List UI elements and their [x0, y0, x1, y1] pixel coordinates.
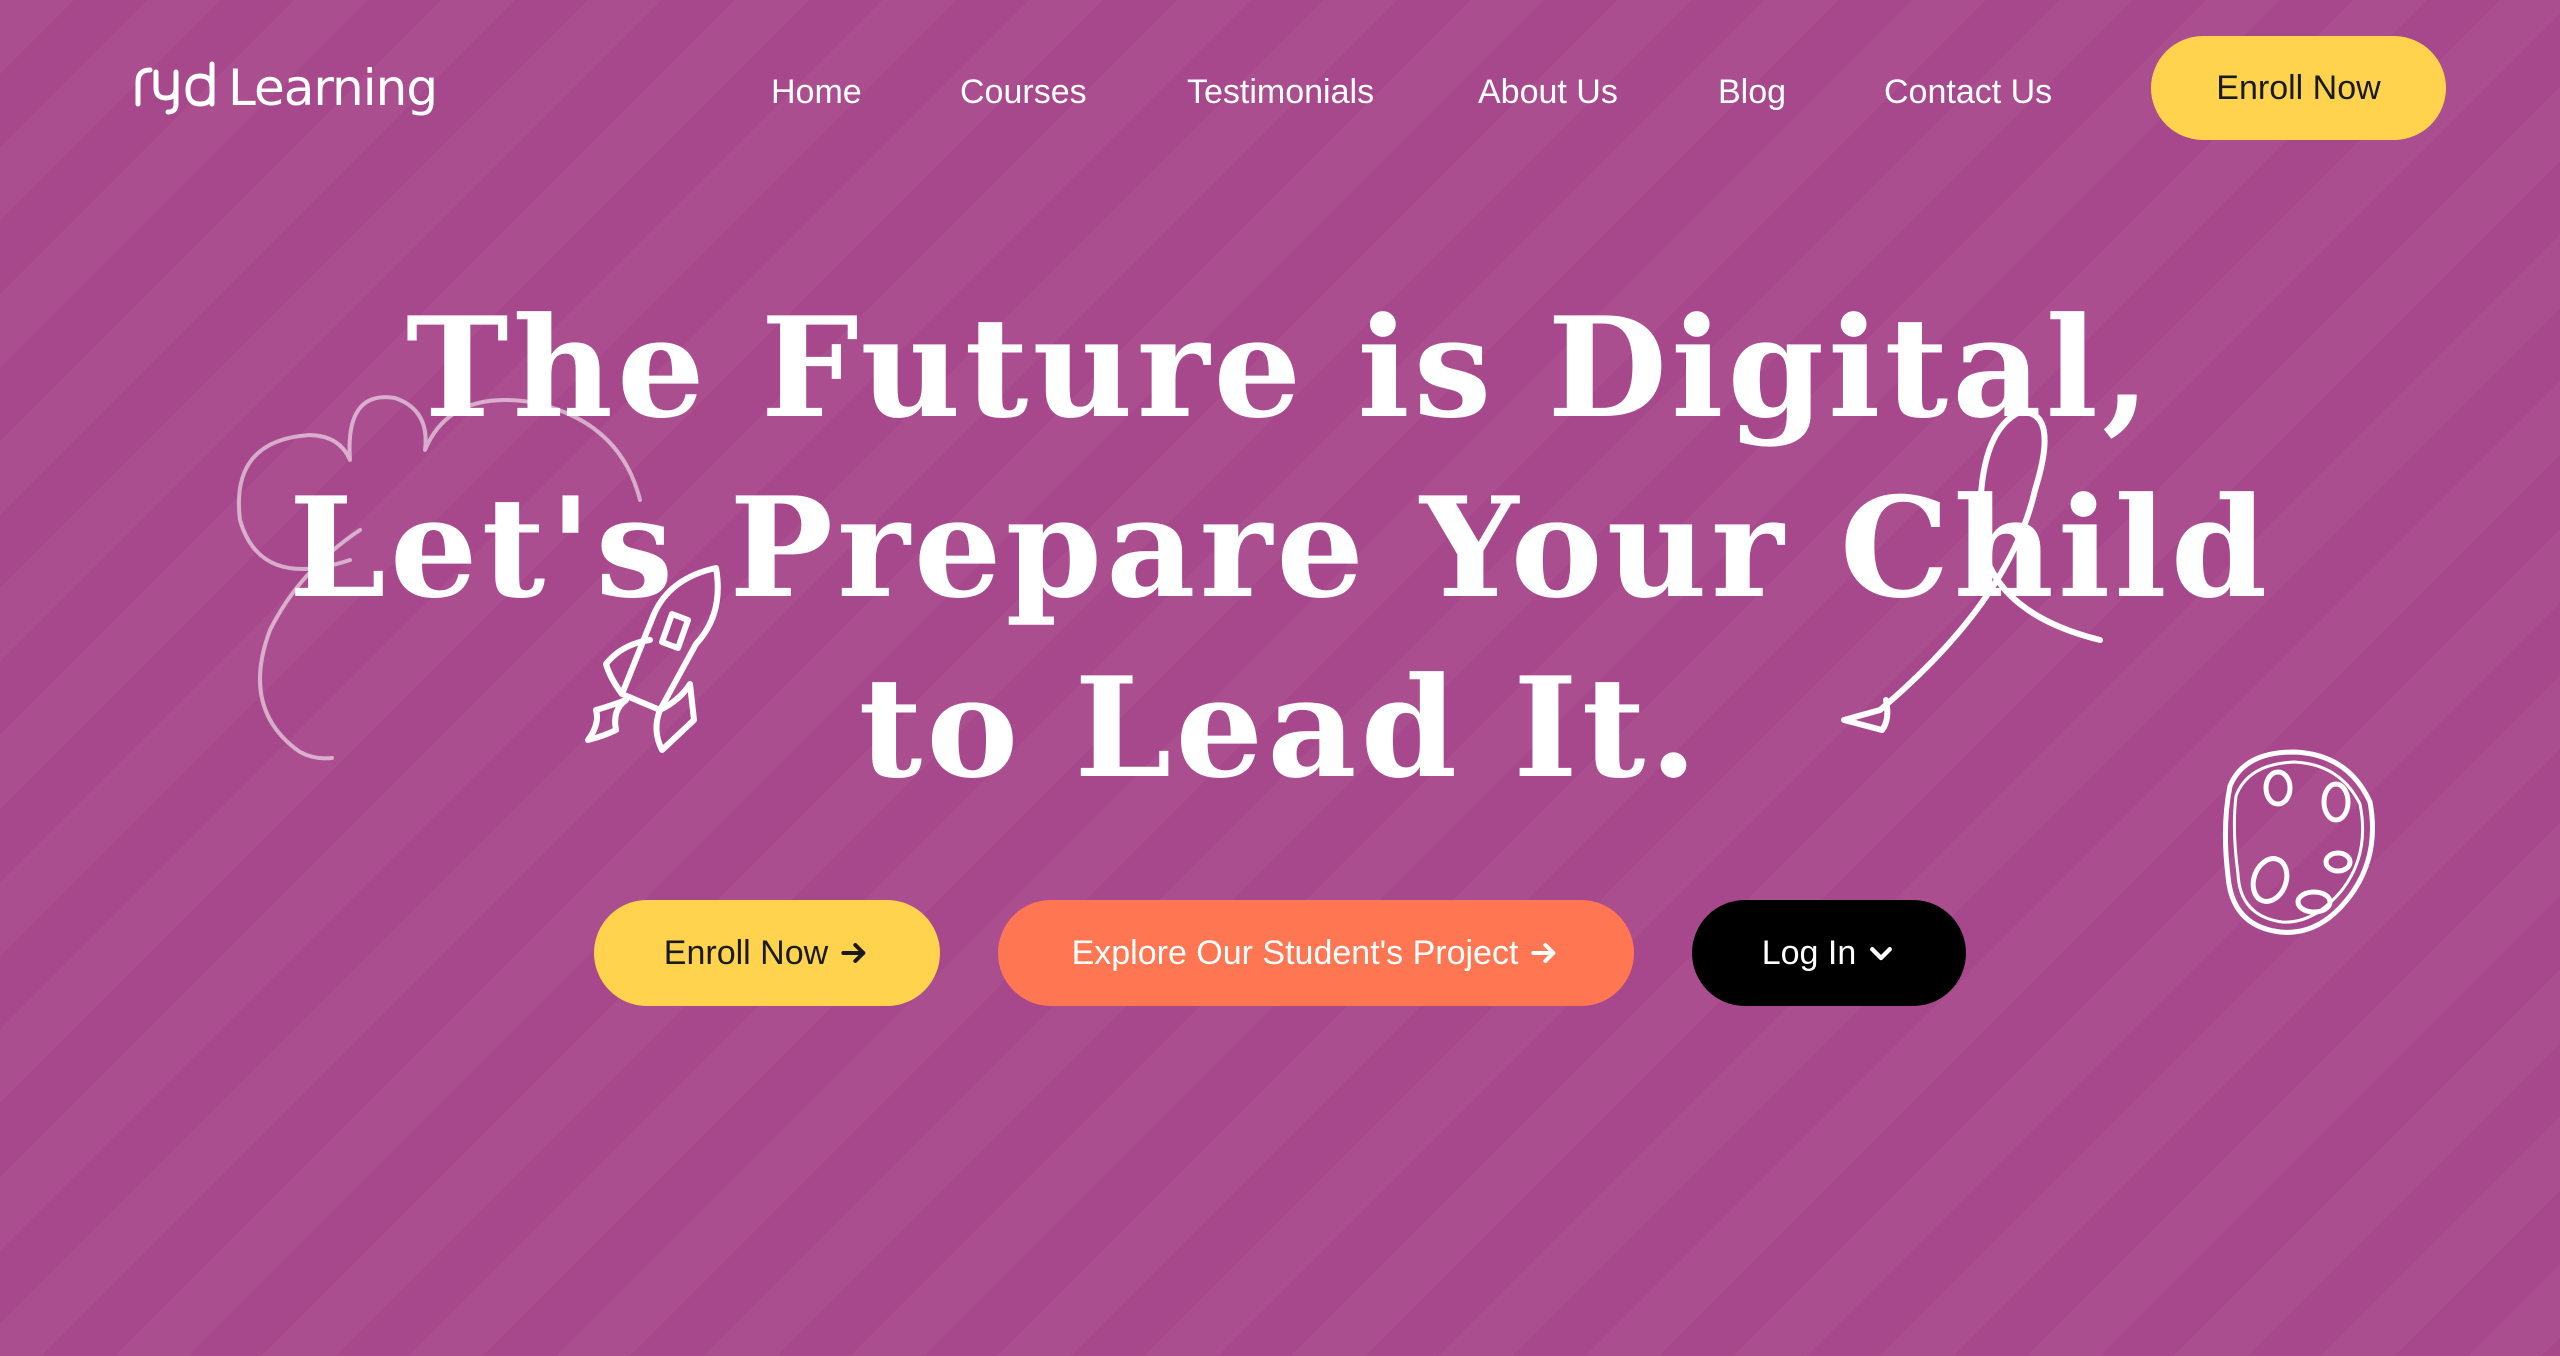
nav-blog-link[interactable]: Blog — [1718, 70, 1786, 114]
planet-icon — [2222, 749, 2375, 935]
explore-projects-button[interactable]: Explore Our Student's Project — [998, 900, 1634, 1006]
chevron-down-icon — [1870, 947, 1893, 961]
logo-text: Learning — [228, 59, 438, 117]
login-label: Log In — [1761, 933, 1857, 972]
hero-enroll-label: Enroll Now — [663, 933, 829, 972]
rocket-icon — [585, 565, 721, 753]
nav-contact-us-link[interactable]: Contact Us — [1884, 70, 2052, 114]
hero-enroll-button[interactable]: Enroll Now — [594, 900, 940, 1006]
nav-about-us-link[interactable]: About Us — [1478, 70, 1618, 114]
ryd-logo-mark-icon — [135, 61, 215, 115]
explore-projects-label: Explore Our Student's Project — [1071, 933, 1519, 972]
arrow-right-icon — [841, 943, 866, 963]
login-dropdown-button[interactable]: Log In — [1692, 900, 1966, 1006]
nav-courses-link[interactable]: Courses — [960, 70, 1087, 114]
nav-testimonials-link[interactable]: Testimonials — [1187, 70, 1374, 114]
arrow-right-icon — [1531, 943, 1556, 963]
logo[interactable]: Learning — [132, 58, 438, 118]
curly-arrow-doodle-icon — [1841, 408, 2103, 733]
header-enroll-button[interactable]: Enroll Now — [2151, 36, 2446, 140]
site-header: Learning Home Courses Testimonials About… — [0, 0, 2560, 180]
nav-home-link[interactable]: Home — [771, 70, 862, 114]
